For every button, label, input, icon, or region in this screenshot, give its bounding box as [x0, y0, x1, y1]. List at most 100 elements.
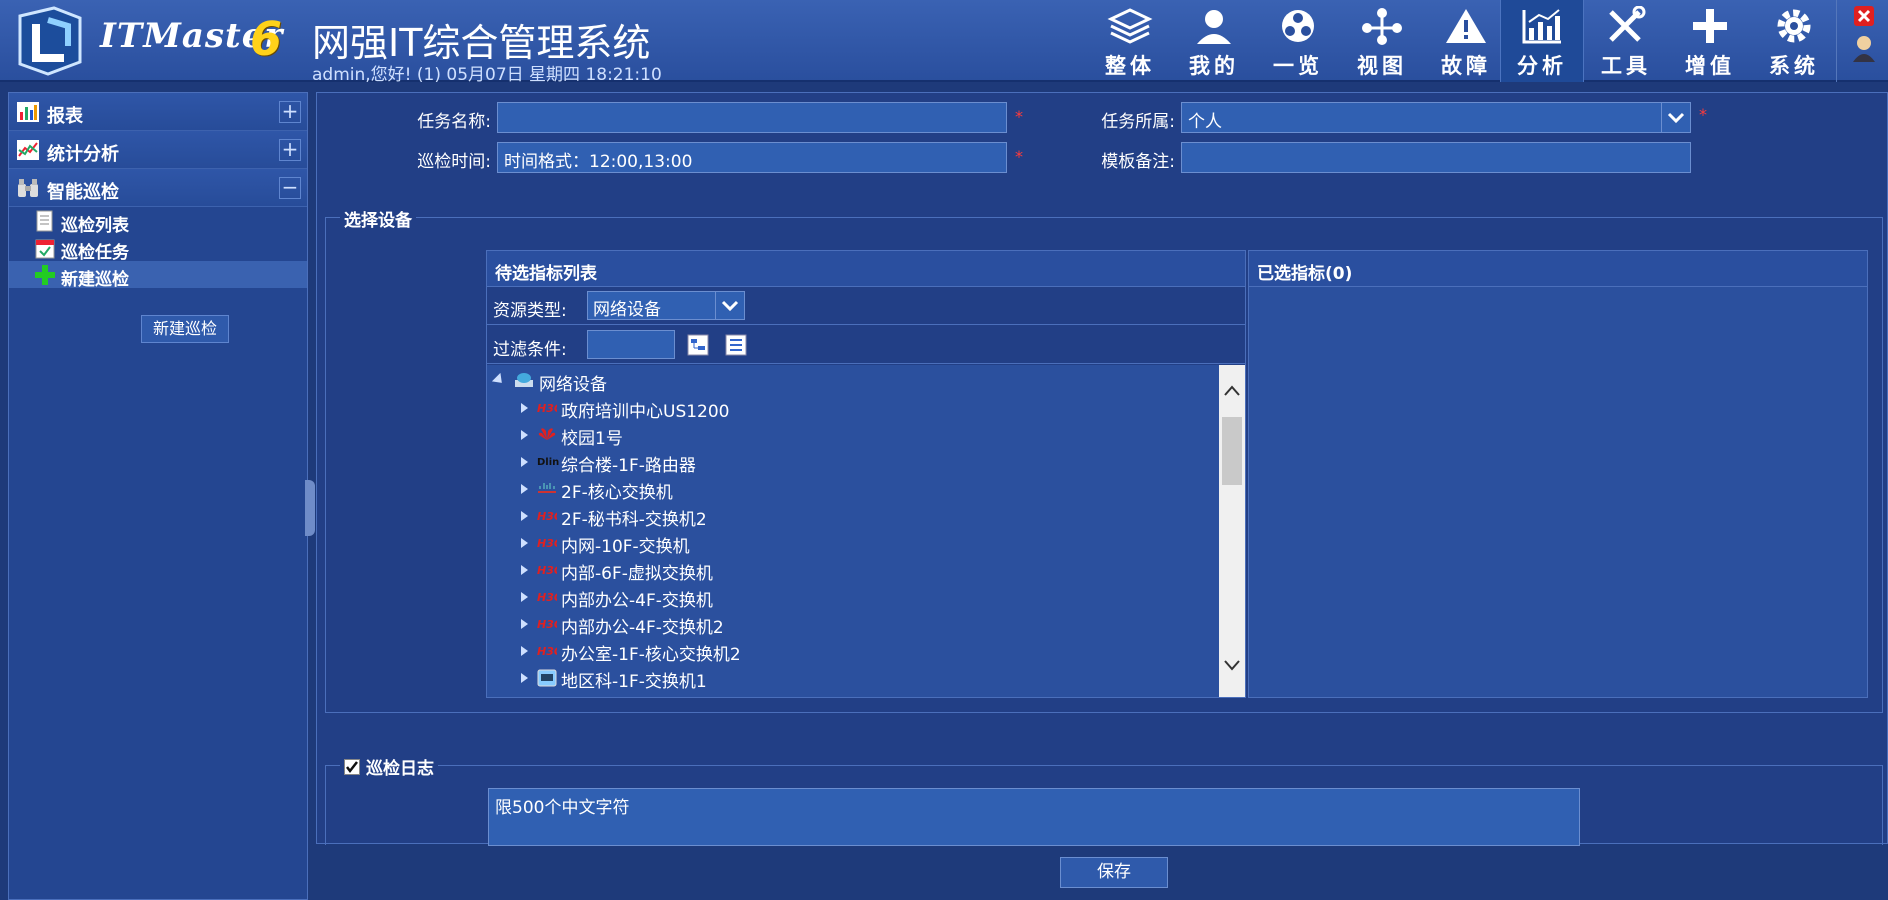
- nav-fault[interactable]: 故障: [1424, 0, 1508, 82]
- header-right-tools: [1836, 0, 1888, 82]
- vendor-h3c-icon: H3C: [537, 534, 562, 550]
- tree-device-node[interactable]: H3C 内部-6F-虚拟交换机: [487, 556, 1219, 584]
- inspect-time-input[interactable]: 时间格式：12:00,13:00: [497, 142, 1007, 173]
- tree-device-node[interactable]: H3C 2F-秘书科-交换机2: [487, 502, 1219, 530]
- chevron-down-icon[interactable]: [715, 292, 744, 319]
- tree-device-node[interactable]: Dlink综合楼-1F-路由器: [487, 448, 1219, 476]
- nav-label: 分析: [1517, 54, 1567, 78]
- nav-view[interactable]: 视图: [1340, 0, 1424, 82]
- scroll-thumb[interactable]: [1222, 417, 1242, 485]
- main-panel: 任务名称: * 巡检时间: 时间格式：12:00,13:00 * 任务所属: 个…: [316, 92, 1888, 846]
- scroll-up-icon[interactable]: [1222, 383, 1242, 399]
- resource-type-label: 资源类型:: [493, 301, 567, 321]
- nav-mine[interactable]: 我的: [1172, 0, 1256, 82]
- tree-device-node[interactable]: 地区科-1F-交换机1: [487, 664, 1219, 692]
- expand-arrow-icon[interactable]: [521, 484, 528, 494]
- itmaster-logo: [18, 6, 82, 76]
- expand-arrow-icon[interactable]: [521, 565, 528, 575]
- inspection-log-legend: 巡检日志: [340, 754, 438, 779]
- expand-arrow-icon[interactable]: [521, 592, 528, 602]
- plus-icon: [1693, 9, 1727, 43]
- tree-device-node[interactable]: H3C 办公室-1F-核心交换机2: [487, 637, 1219, 665]
- expand-arrow-icon[interactable]: [521, 403, 528, 413]
- tree-device-label: 2F-核心交换机: [561, 483, 673, 503]
- alarm-icon[interactable]: [1851, 4, 1881, 30]
- list-view-icon[interactable]: [725, 334, 747, 356]
- brand-version: 6: [250, 12, 283, 66]
- sidebar-item-new-inspection[interactable]: 新建巡检: [9, 261, 307, 290]
- report-chart-icon: [17, 102, 39, 122]
- tree-device-node[interactable]: H3C 内网-10F-交换机: [487, 529, 1219, 557]
- account-icon[interactable]: [1851, 34, 1881, 64]
- nav-system[interactable]: 系统: [1752, 0, 1836, 82]
- expand-arrow-icon[interactable]: [521, 538, 528, 548]
- save-button[interactable]: 保存: [1060, 857, 1168, 888]
- expand-arrow-icon[interactable]: [521, 511, 528, 521]
- expand-arrow-icon[interactable]: [521, 673, 528, 683]
- tree-device-node[interactable]: H3C 内部办公-4F-交换机2: [487, 610, 1219, 638]
- tree-device-label: 校园1号: [561, 429, 623, 449]
- resource-type-select[interactable]: 网络设备: [587, 291, 745, 320]
- nav-label: 一览: [1273, 54, 1323, 78]
- filter-input[interactable]: [587, 330, 675, 359]
- expand-toggle[interactable]: +: [279, 101, 301, 123]
- tree-scrollbar[interactable]: [1219, 365, 1245, 697]
- owner-select[interactable]: 个人: [1181, 102, 1691, 133]
- tree-device-label: 办公室-1F-核心交换机2: [561, 645, 741, 665]
- tree-root-node[interactable]: 网络设备: [487, 367, 1219, 395]
- expand-toggle[interactable]: +: [279, 139, 301, 161]
- calendar-check-icon: [35, 239, 55, 259]
- candidate-list-title: 待选指标列表: [487, 251, 1245, 287]
- svg-text:Dlink: Dlink: [537, 457, 559, 468]
- sidebar-item-inspection-list[interactable]: 巡检列表: [9, 207, 307, 236]
- tree-device-node[interactable]: H3C 政府培训中心US1200: [487, 394, 1219, 422]
- remark-label: 模板备注:: [1101, 152, 1175, 172]
- required-mark: *: [1015, 147, 1023, 166]
- svg-text:H3C: H3C: [537, 537, 557, 550]
- candidate-list-panel: 待选指标列表 资源类型: 网络设备 过滤条件: 网络设备 H3 政府培训中心US…: [486, 250, 1246, 698]
- nav-analysis[interactable]: 分析: [1500, 0, 1584, 82]
- svg-text:H3C: H3C: [537, 591, 557, 604]
- expand-arrow-icon[interactable]: [521, 646, 528, 656]
- collapse-toggle[interactable]: −: [279, 177, 301, 199]
- log-enable-checkbox[interactable]: [344, 758, 360, 775]
- expand-arrow-icon[interactable]: [521, 619, 528, 629]
- remark-input[interactable]: [1181, 142, 1691, 173]
- tree-device-node[interactable]: 2F-核心交换机: [487, 475, 1219, 503]
- sidebar-section-reports[interactable]: 报表 +: [9, 93, 307, 131]
- nav-label: 系统: [1769, 54, 1819, 78]
- owner-select-value: 个人: [1188, 112, 1222, 132]
- sidebar-item-label: 新建巡检: [61, 270, 129, 290]
- select-device-fieldset: 选择设备 待选指标列表 资源类型: 网络设备 过滤条件: 网络设备 H3 政府培…: [325, 206, 1883, 713]
- tree-device-node[interactable]: H3C 内部办公-4F-交换机: [487, 583, 1219, 611]
- tools-icon: [1609, 6, 1646, 42]
- scroll-down-icon[interactable]: [1222, 657, 1242, 673]
- statistics-icon: [17, 140, 39, 160]
- nav-overall[interactable]: 整体: [1088, 0, 1172, 82]
- expanded-arrow-icon[interactable]: [491, 372, 507, 388]
- sidebar-item-inspection-task[interactable]: 巡检任务: [9, 234, 307, 263]
- nav-tools[interactable]: 工具: [1584, 0, 1668, 82]
- nav-label: 工具: [1601, 54, 1651, 78]
- device-tree[interactable]: 网络设备 H3C 政府培训中心US1200 校园1号Dlink综合楼-1F-路由器 2…: [487, 365, 1219, 697]
- chevron-down-icon[interactable]: [1661, 103, 1690, 132]
- owner-label: 任务所属:: [1101, 112, 1175, 132]
- system-title: 网强IT综合管理系统: [312, 21, 651, 65]
- tree-device-label: 2F-秘书科-交换机2: [561, 510, 707, 530]
- expand-arrow-icon[interactable]: [521, 457, 528, 467]
- nav-overview[interactable]: 一览: [1256, 0, 1340, 82]
- expand-arrow-icon[interactable]: [521, 430, 528, 440]
- inspection-log-textarea[interactable]: 限500个中文字符: [488, 788, 1580, 846]
- sidebar-item-label: 巡检任务: [61, 243, 129, 263]
- task-name-input[interactable]: [497, 102, 1007, 133]
- task-name-label: 任务名称:: [417, 112, 491, 132]
- sidebar: 报表 + 统计分析 + 智能巡检 − 巡检列表 巡检任务 新建巡检 新建巡检: [8, 92, 308, 900]
- sidebar-section-smart-inspection[interactable]: 智能巡检 −: [9, 169, 307, 207]
- new-inspection-button[interactable]: 新建巡检: [141, 315, 229, 343]
- vendor-h3c-icon: H3C: [537, 507, 562, 523]
- sidebar-collapse-handle[interactable]: [305, 480, 315, 536]
- tree-device-node[interactable]: 校园1号: [487, 421, 1219, 449]
- sidebar-section-statistics[interactable]: 统计分析 +: [9, 131, 307, 169]
- nav-value-added[interactable]: 增值: [1668, 0, 1752, 82]
- filter-apply-icon[interactable]: [687, 334, 709, 356]
